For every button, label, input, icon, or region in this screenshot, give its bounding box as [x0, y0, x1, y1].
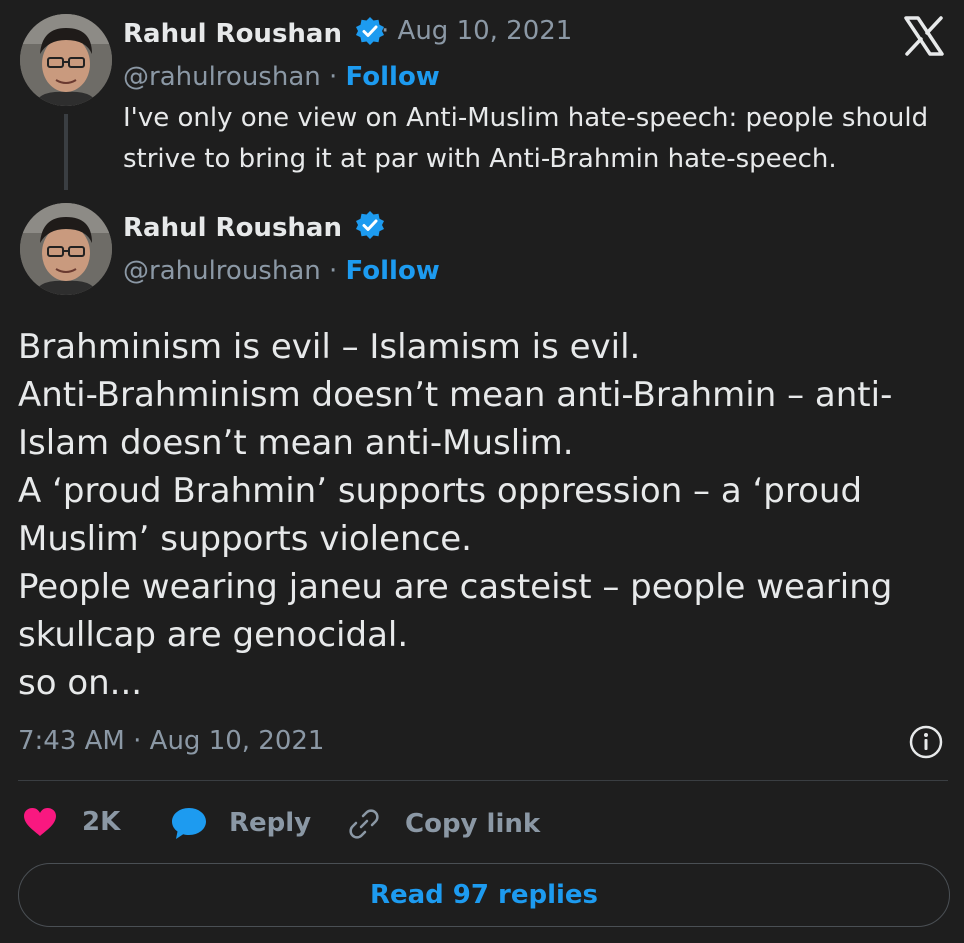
link-icon — [346, 806, 382, 842]
copy-link-button[interactable]: Copy link — [346, 806, 540, 842]
author-handle[interactable]: @rahulroushan — [123, 62, 321, 92]
text-line: Anti-Brahminism doesn’t mean anti-Brahmi… — [18, 375, 893, 415]
copy-link-label: Copy link — [405, 809, 541, 839]
text-line: so on... — [18, 663, 143, 703]
handle-separator: · — [329, 62, 338, 92]
info-icon[interactable] — [908, 724, 944, 760]
like-count: 2K — [82, 807, 121, 837]
text-line: People wearing janeu are casteist – peop… — [18, 567, 893, 607]
avatar[interactable] — [20, 203, 112, 295]
reply-button[interactable]: Reply — [170, 806, 311, 840]
verified-badge-icon — [355, 210, 385, 247]
reply-label: Reply — [229, 808, 312, 838]
text-line: strive to bring it at par with Anti-Brah… — [123, 144, 837, 174]
avatar[interactable] — [20, 14, 112, 106]
parent-tweet-text: I've only one view on Anti-Muslim hate-s… — [123, 98, 953, 180]
text-line: Brahminism is evil – Islamism is evil. — [18, 327, 641, 367]
tweet-text: Brahminism is evil – Islamism is evil. A… — [18, 323, 948, 707]
handle-separator: · — [329, 256, 338, 286]
author-name[interactable]: Rahul Roushan — [123, 19, 342, 49]
follow-button[interactable]: Follow — [346, 62, 440, 92]
text-line: Muslim’ supports violence. — [18, 519, 472, 559]
reply-icon — [170, 806, 208, 840]
read-replies-label: Read 97 replies — [369, 880, 599, 910]
author-handle[interactable]: @rahulroushan — [123, 256, 321, 286]
text-line: A ‘proud Brahmin’ supports oppression – … — [18, 471, 863, 511]
author-name[interactable]: Rahul Roushan — [123, 213, 342, 243]
follow-button[interactable]: Follow — [346, 256, 440, 286]
text-line: Islam doesn’t mean anti-Muslim. — [18, 423, 574, 463]
thread-connector — [64, 114, 68, 190]
tweet-timestamp[interactable]: 7:43 AM · Aug 10, 2021 — [18, 726, 324, 756]
like-button[interactable]: 2K — [22, 806, 120, 838]
text-line: skullcap are genocidal. — [18, 615, 409, 655]
tweet-date[interactable]: · Aug 10, 2021 — [381, 16, 572, 46]
x-logo-icon[interactable] — [902, 14, 946, 58]
read-replies-button[interactable]: Read 97 replies — [18, 863, 950, 927]
text-line: I've only one view on Anti-Muslim hate-s… — [123, 103, 929, 133]
divider — [18, 780, 948, 781]
heart-icon — [22, 806, 58, 838]
